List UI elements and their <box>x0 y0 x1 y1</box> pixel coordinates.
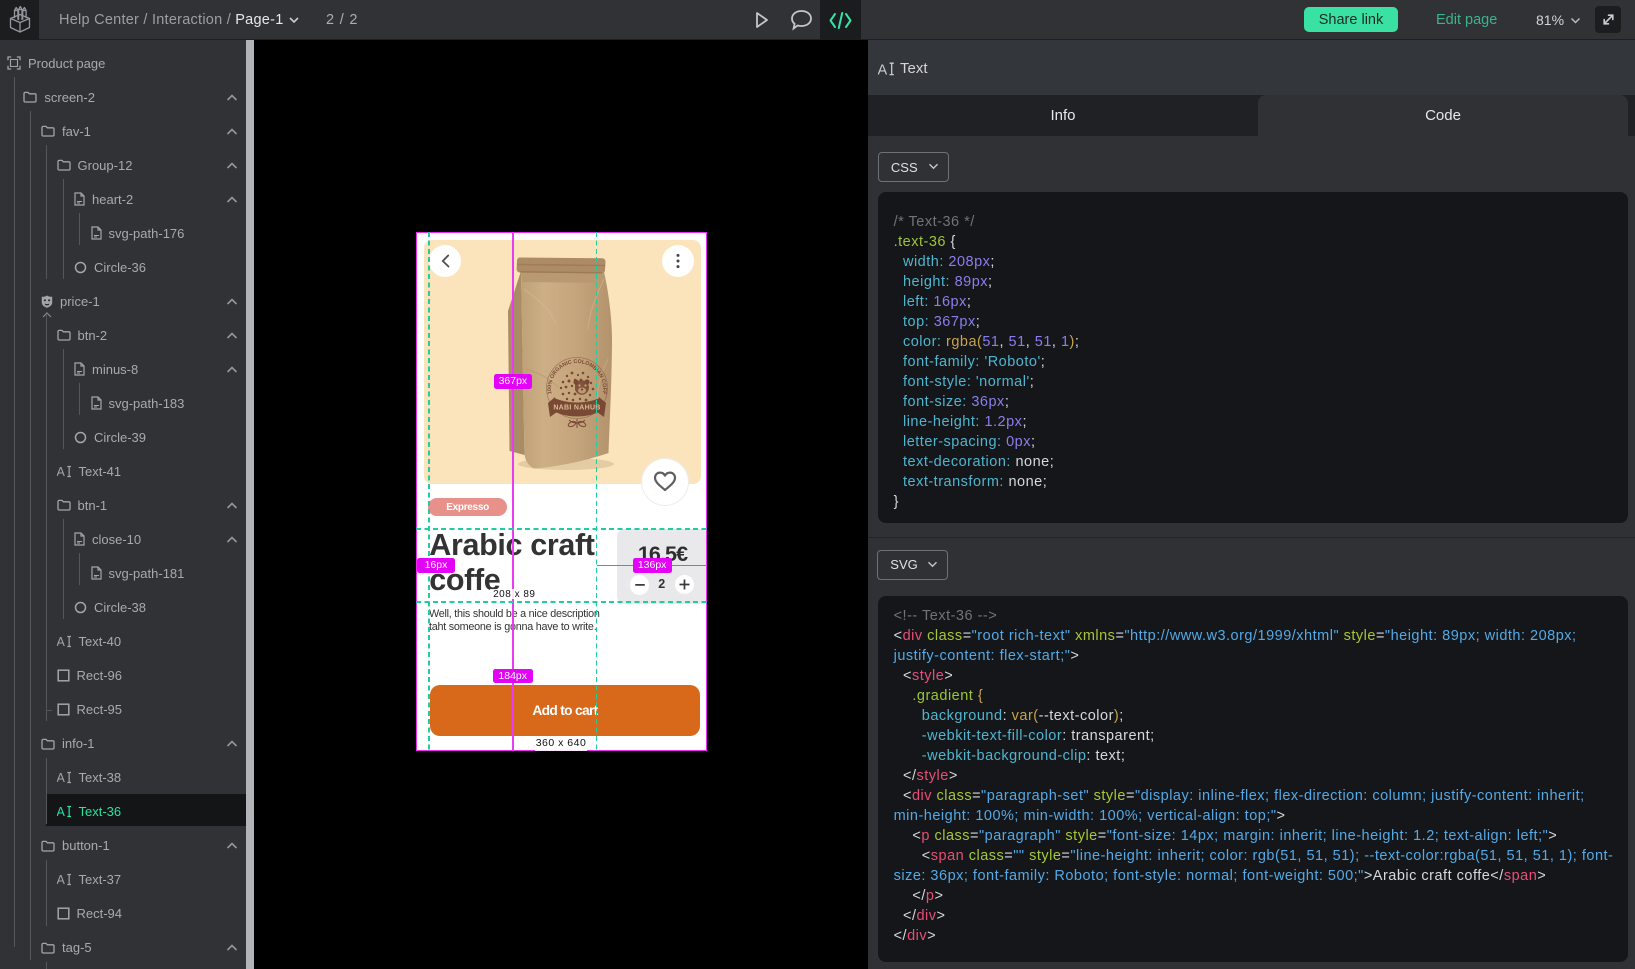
svg-text:A: A <box>57 771 66 784</box>
svg-text:A: A <box>57 805 66 818</box>
svg-text:A: A <box>57 873 66 886</box>
svg-text:A: A <box>57 635 66 648</box>
svg-text:A: A <box>878 63 888 77</box>
svg-text:A: A <box>57 465 66 478</box>
svg-text:NABI NAHUB: NABI NAHUB <box>553 405 600 412</box>
